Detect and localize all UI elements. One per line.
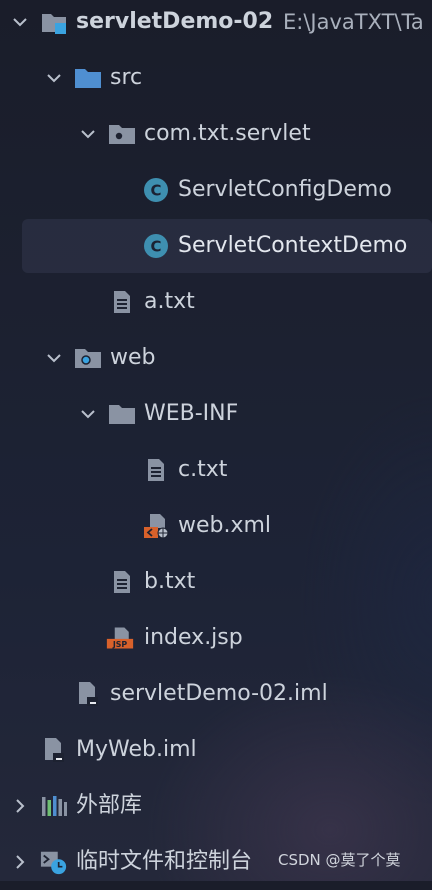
module-folder-icon: [40, 8, 68, 36]
tree-row-b-txt[interactable]: b.txt: [0, 554, 432, 610]
svg-text:C: C: [150, 182, 161, 200]
text-file-icon: [108, 288, 136, 316]
tree-label-libraries: 外部库: [76, 793, 143, 818]
xml-file-icon: [142, 512, 170, 540]
tree-label-class: ServletConfigDemo: [178, 177, 392, 202]
tree-label-file: index.jsp: [144, 625, 243, 650]
text-file-icon: [108, 568, 136, 596]
libraries-icon: [40, 792, 68, 820]
tree-label-file: MyWeb.iml: [76, 737, 197, 762]
tree-label-file: web.xml: [178, 513, 272, 538]
text-file-icon: [142, 456, 170, 484]
tree-label-scratches: 临时文件和控制台: [76, 849, 253, 874]
tree-label-file: servletDemo-02.iml: [110, 681, 328, 706]
tree-label-folder: WEB-INF: [144, 401, 239, 426]
iml-file-icon: [74, 680, 102, 708]
tree-label-file: b.txt: [144, 569, 196, 594]
folder-icon: [108, 400, 136, 428]
tree-row-web-xml[interactable]: web.xml: [0, 498, 432, 554]
tree-row-project[interactable]: servletDemo-02 E:\JavaTXT\Ta: [0, 0, 432, 50]
tree-row-servlet-config-demo[interactable]: C ServletConfigDemo: [0, 162, 432, 218]
source-folder-icon: [74, 64, 102, 92]
tree-label-file: a.txt: [144, 289, 195, 314]
tree-row-web-inf[interactable]: WEB-INF: [0, 386, 432, 442]
chevron-down-icon[interactable]: [78, 404, 98, 424]
tree-row-myweb-iml[interactable]: MyWeb.iml: [0, 722, 432, 778]
package-icon: [108, 120, 136, 148]
tree-row-servlet-context-demo[interactable]: C ServletContextDemo: [0, 218, 432, 274]
tree-row-c-txt[interactable]: c.txt: [0, 442, 432, 498]
iml-file-icon: [40, 736, 68, 764]
chevron-down-icon[interactable]: [78, 124, 98, 144]
tree-label-file: c.txt: [178, 457, 228, 482]
tree-row-iml[interactable]: servletDemo-02.iml: [0, 666, 432, 722]
scratches-console-icon: [40, 848, 68, 876]
jsp-file-icon: JSP: [106, 624, 134, 652]
svg-text:JSP: JSP: [112, 640, 128, 649]
chevron-down-icon[interactable]: [44, 348, 64, 368]
project-path: E:\JavaTXT\Ta: [283, 10, 424, 34]
tree-label-class: ServletContextDemo: [178, 233, 408, 258]
tree-row-package[interactable]: com.txt.servlet: [0, 106, 432, 162]
svg-text:C: C: [150, 238, 161, 256]
tree-label-web: web: [110, 345, 156, 370]
tree-row-a-txt[interactable]: a.txt: [0, 274, 432, 330]
csdn-watermark: CSDN @莫了个莫: [278, 851, 401, 869]
tree-row-web[interactable]: web: [0, 330, 432, 386]
chevron-down-icon[interactable]: [44, 68, 64, 88]
project-tree: servletDemo-02 E:\JavaTXT\Ta src com.txt…: [0, 0, 432, 881]
project-name: servletDemo-02: [76, 9, 274, 34]
chevron-right-icon[interactable]: [10, 852, 30, 872]
java-class-icon: C: [142, 176, 170, 204]
web-folder-icon: [74, 344, 102, 372]
tree-label-src: src: [110, 65, 143, 90]
tree-label-package: com.txt.servlet: [144, 121, 311, 146]
tree-row-external-libraries[interactable]: 外部库: [0, 778, 432, 834]
chevron-right-icon[interactable]: [10, 796, 30, 816]
java-class-icon: C: [142, 232, 170, 260]
tree-row-src[interactable]: src: [0, 50, 432, 106]
chevron-down-icon[interactable]: [10, 12, 30, 32]
tree-row-index-jsp[interactable]: JSP index.jsp: [0, 610, 432, 666]
